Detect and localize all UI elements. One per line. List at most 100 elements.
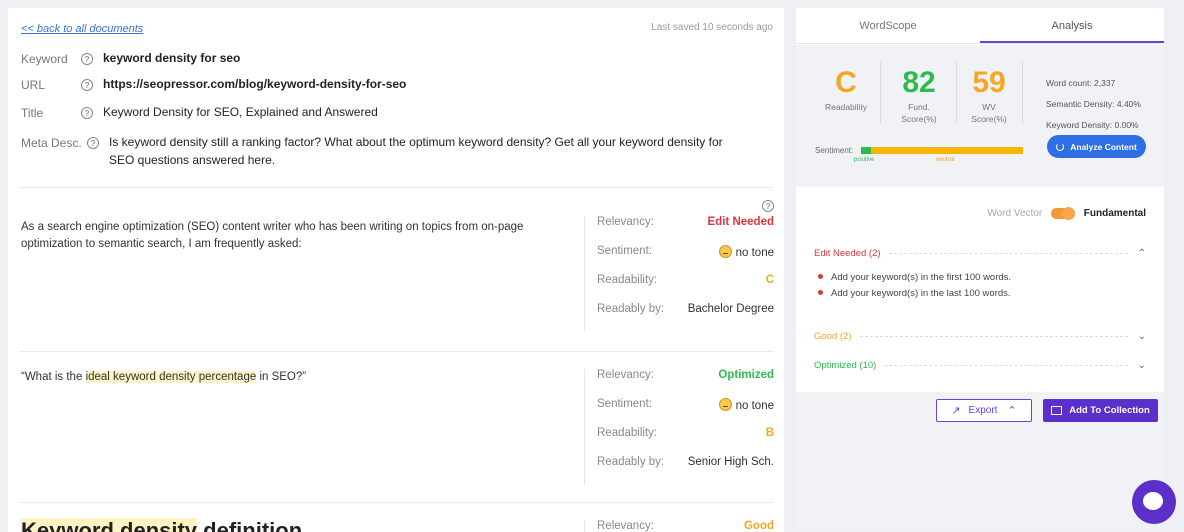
readably-by-value: Senior High Sch. [687,456,774,468]
relevancy-value: Optimized [718,369,774,381]
edit-needed-list: Add your keyword(s) in the first 100 wor… [818,270,1011,302]
sentiment-positive-fill [861,147,871,154]
heading-metrics: Relevancy: Good [584,520,774,532]
analyze-content-label: Analyze Content [1070,141,1137,152]
sentiment-value: no tone [735,400,774,412]
keyword-highlight: ideal keyword density percentage [85,371,257,383]
list-item-text: Add your keyword(s) in the last 100 word… [831,288,1011,299]
divider [859,336,1128,337]
fund-score-caption: Fund. [908,102,930,112]
relevancy-value: Edit Needed [707,216,774,228]
url-value[interactable]: https://seopressor.com/blog/keyword-dens… [103,75,406,93]
sentiment-positive-label: positive [854,157,875,163]
neutral-face-icon [718,398,732,411]
keyword-highlight: Keyword density [21,518,198,532]
relevancy-label: Relevancy: [597,369,654,381]
export-label: Export [968,405,998,416]
divider [21,351,773,352]
document-panel: << back to all documents Last saved 10 s… [8,8,784,532]
meta-desc-label: Meta Desc. [21,136,82,150]
url-row: URL ? https://seopressor.com/blog/keywor… [21,75,406,93]
help-icon[interactable]: ? [762,200,774,212]
word-vector-label: Word Vector [987,208,1043,220]
help-icon[interactable]: ? [81,79,93,91]
meta-desc-value[interactable]: Is keyword density still a ranking facto… [109,133,749,169]
semantic-density: Semantic Density: 4.40% [1046,99,1141,109]
fund-score-caption-unit: Score(%) [901,114,937,124]
keyword-value[interactable]: keyword density for seo [103,49,240,67]
readability-value: C [765,274,774,286]
meta-desc-row: Meta Desc. ? Is keyword density still a … [21,133,749,169]
accordion-optimized[interactable]: Optimized (10) ⌄ [814,360,1146,371]
sentiment-label: Sentiment: [597,398,652,410]
sentiment-neutral-label: neutral [936,157,955,163]
divider [21,187,773,188]
chevron-down-icon: ⌄ [1137,331,1146,342]
section-heading-text: definition [197,518,303,532]
relevancy-label: Relevancy: [597,216,654,228]
edit-needed-title: Edit Needed (2) [814,248,881,259]
chevron-up-icon: ⌃ [1137,248,1146,259]
list-item: Add your keyword(s) in the last 100 word… [818,286,1011,302]
bullet-icon [818,290,823,295]
word-count: Word count: 2,337 [1046,78,1116,88]
wv-score-caption: WV [982,102,996,112]
score-summary: C Readability 82 Fund. Score(%) 59 WV Sc… [796,45,1164,187]
title-label: Title [21,106,44,120]
readability-label: Readability: [597,427,658,439]
optimized-title: Optimized (10) [814,360,877,371]
fundamental-label: Fundamental [1083,208,1146,220]
analyze-content-button[interactable]: Analyze Content [1047,135,1146,158]
paragraph-1-metrics: Relevancy: Edit Needed Sentiment: no tone … [584,216,774,332]
accordion-edit-needed[interactable]: Edit Needed (2) ⌃ [814,248,1146,259]
readably-by-label: Readably by: [597,303,665,315]
readability-caption: Readability [824,102,868,112]
bullet-icon [818,274,823,279]
title-row: Title ? Keyword Density for SEO, Explain… [21,103,378,121]
accordion-good[interactable]: Good (2) ⌄ [814,331,1146,342]
readably-by-label: Readably by: [597,456,665,468]
share-icon: ↗ [951,405,961,417]
divider [880,62,881,124]
readability-grade: C [835,66,857,99]
divider [956,62,957,124]
sentiment-label: Sentiment: [815,146,854,155]
fund-score-value: 82 [902,66,936,99]
action-bar: ↗ Export ⌃ Add To Collection [796,392,1164,528]
add-to-collection-button[interactable]: Add To Collection [1043,399,1158,422]
sentiment-label: Sentiment: [597,245,652,257]
sentiment-value: no tone [735,247,774,259]
list-item-text: Add your keyword(s) in the first 100 wor… [831,272,1012,283]
readability-label: Readability: [597,274,658,286]
title-value[interactable]: Keyword Density for SEO, Explained and A… [103,103,378,121]
keyword-density: Keyword Density: 0.00% [1046,120,1139,130]
divider [21,502,773,503]
fund-score: 82 Fund. Score(%) [892,65,946,125]
chat-bubble-icon[interactable] [1132,480,1176,524]
chevron-down-icon: ⌄ [1137,360,1146,371]
wv-score-value: 59 [972,66,1006,99]
paragraph-2[interactable]: “What is the ideal keyword density perce… [21,369,561,386]
readability-value: B [765,427,774,439]
help-icon[interactable]: ? [87,137,99,149]
tab-wordscope[interactable]: WordScope [796,8,980,43]
panel-tabs: WordScope Analysis [796,8,1164,44]
sentiment-bar [861,147,1023,154]
neutral-face-icon [718,245,732,258]
export-button[interactable]: ↗ Export ⌃ [936,399,1032,422]
mode-toggle[interactable] [1050,207,1075,220]
section-heading[interactable]: Keyword density definition [21,518,302,532]
help-icon[interactable]: ? [81,53,93,65]
paragraph-2-text: “What is the [21,371,86,383]
relevancy-value: Good [743,520,774,532]
tab-analysis[interactable]: Analysis [980,8,1164,43]
refresh-icon [1056,142,1065,151]
chevron-up-icon: ⌃ [1007,405,1017,417]
back-to-documents-link[interactable]: << back to all documents [21,23,143,35]
divider [1022,62,1023,124]
readably-by-value: Bachelor Degree [687,303,774,315]
help-icon[interactable]: ? [81,107,93,119]
wv-score-caption-unit: Score(%) [971,114,1007,124]
vector-toggle-row: Word Vector Fundamental [796,207,1146,220]
paragraph-1[interactable]: As a search engine optimization (SEO) co… [21,219,561,253]
